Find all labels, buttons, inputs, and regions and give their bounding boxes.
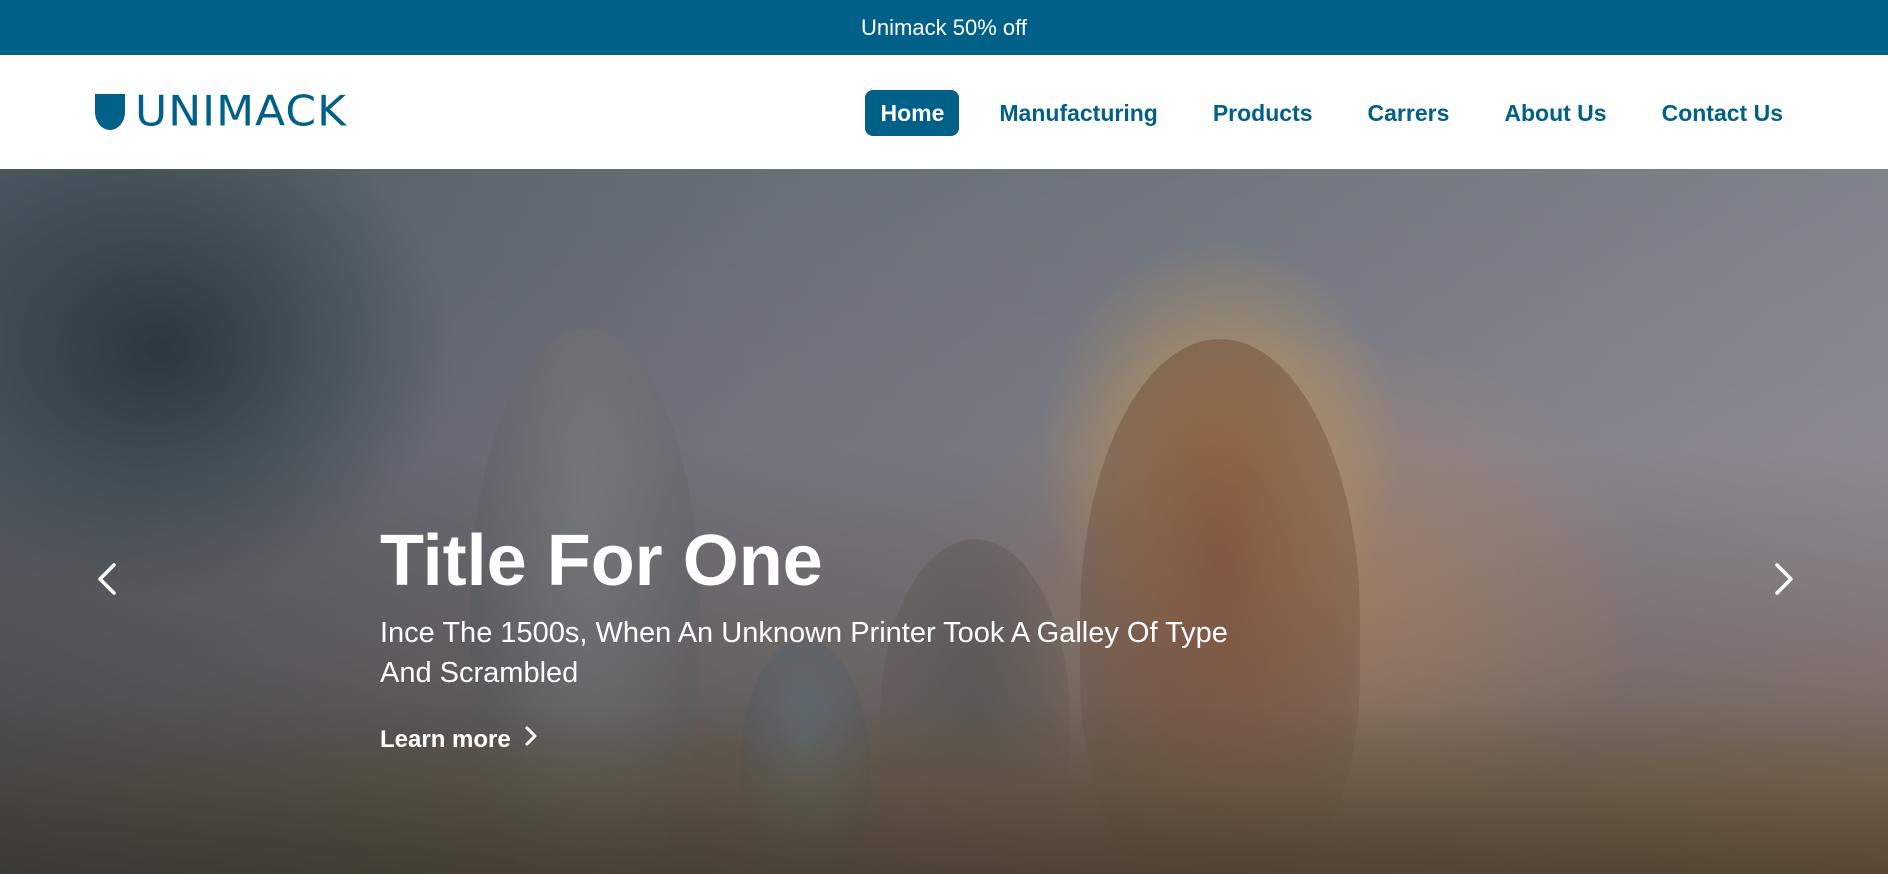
slider-next-button[interactable] bbox=[1763, 559, 1803, 599]
hero-subtitle-line-1: Ince The 1500s, When An Unknown Printer … bbox=[380, 617, 1228, 649]
nav-item-carrers[interactable]: Carrers bbox=[1353, 90, 1465, 136]
logo[interactable]: UNIMACK bbox=[95, 87, 347, 136]
slider-prev-button[interactable] bbox=[88, 559, 128, 599]
nav-item-home[interactable]: Home bbox=[865, 90, 960, 136]
main-nav: Home Manufacturing Products Carrers Abou… bbox=[840, 90, 1798, 136]
nav-item-contact-us[interactable]: Contact Us bbox=[1647, 90, 1798, 136]
nav-item-products[interactable]: Products bbox=[1198, 90, 1328, 136]
hero-subtitle: Ince The 1500s, When An Unknown Printer … bbox=[380, 613, 1280, 693]
hero-title: Title For One bbox=[380, 521, 823, 601]
chevron-right-icon bbox=[523, 725, 539, 754]
promo-text: Unimack 50% off bbox=[861, 14, 1027, 40]
promo-bar: Unimack 50% off bbox=[0, 0, 1888, 55]
nav-item-manufacturing[interactable]: Manufacturing bbox=[984, 90, 1172, 136]
hero-subtitle-line-2: And Scrambled bbox=[380, 657, 579, 689]
chevron-right-icon bbox=[1775, 563, 1793, 595]
logo-text: UNIMACK bbox=[135, 87, 347, 136]
logo-shield-icon bbox=[95, 94, 125, 130]
hero-content: Title For One Ince The 1500s, When An Un… bbox=[380, 519, 1280, 754]
chevron-left-icon bbox=[98, 563, 116, 595]
nav-item-about-us[interactable]: About Us bbox=[1489, 90, 1621, 136]
hero-slider: Title For One Ince The 1500s, When An Un… bbox=[0, 169, 1888, 874]
site-header: UNIMACK Home Manufacturing Products Carr… bbox=[0, 55, 1888, 169]
learn-more-link[interactable]: Learn more bbox=[380, 725, 539, 754]
learn-more-label: Learn more bbox=[380, 725, 511, 753]
